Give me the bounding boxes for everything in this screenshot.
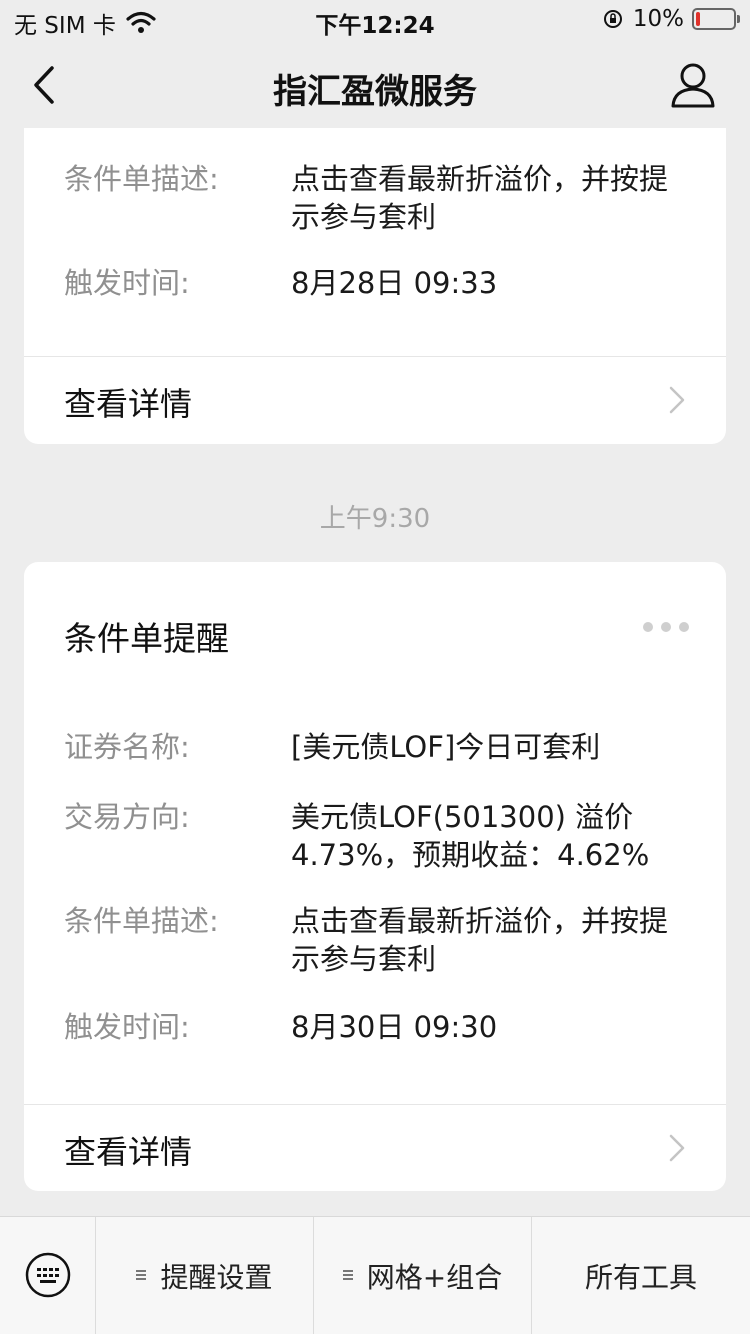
row-value: 点击查看最新折溢价，并按提示参与套利	[291, 162, 669, 234]
status-right: 10%	[603, 6, 740, 32]
row-value: [美元债LOF]今日可套利	[291, 730, 601, 764]
menu-label: 所有工具	[584, 1261, 697, 1294]
keyboard-icon	[25, 1252, 71, 1298]
menu-label: 提醒设置	[160, 1261, 273, 1294]
submenu-icon	[342, 1270, 355, 1282]
page-title: 指汇盈微服务	[273, 72, 477, 112]
row-label: 条件单描述:	[64, 904, 219, 938]
message-list[interactable]: 条件单描述: 点击查看最新折溢价，并按提示参与套利 触发时间: 8月28日 09…	[0, 128, 750, 1216]
menu-reminder-settings[interactable]: 提醒设置	[96, 1217, 314, 1334]
battery-level-fill	[696, 12, 700, 26]
row-label: 交易方向:	[64, 800, 190, 834]
battery-icon	[692, 8, 740, 30]
card-title: 条件单提醒	[64, 619, 229, 658]
nav-bar: 指汇盈微服务	[0, 42, 750, 128]
row-value: 8月28日 09:33	[291, 266, 498, 300]
view-details-label: 查看详情	[64, 1133, 193, 1171]
chevron-right-icon	[669, 1134, 685, 1162]
user-profile-icon	[671, 63, 715, 108]
menu-all-tools[interactable]: 所有工具	[532, 1217, 750, 1334]
more-options-icon[interactable]	[642, 620, 690, 634]
orientation-lock-icon	[603, 9, 623, 29]
view-details-label: 查看详情	[64, 385, 193, 423]
condition-order-card-previous: 条件单描述: 点击查看最新折溢价，并按提示参与套利 触发时间: 8月28日 09…	[24, 128, 726, 444]
bottom-menu: 提醒设置 网格+组合 所有工具	[0, 1216, 750, 1334]
account-button[interactable]	[670, 60, 716, 110]
condition-order-card: 条件单提醒 证券名称: [美元债LOF]今日可套利 交易方向: 美元债LOF(5…	[24, 562, 726, 1191]
row-label: 触发时间:	[64, 266, 190, 300]
battery-percent: 10%	[632, 6, 684, 32]
status-bar: 无 SIM 卡 下午12:24 10%	[0, 0, 750, 42]
chevron-right-icon	[669, 386, 685, 414]
row-value: 美元债LOF(501300) 溢价4.73%，预期收益：4.62%	[291, 800, 650, 872]
row-value: 8月30日 09:30	[291, 1010, 498, 1044]
row-label: 触发时间:	[64, 1010, 190, 1044]
row-value: 点击查看最新折溢价，并按提示参与套利	[291, 904, 669, 976]
submenu-icon	[136, 1270, 148, 1282]
row-label: 证券名称:	[64, 730, 190, 764]
time-separator: 上午9:30	[319, 504, 431, 534]
menu-label: 网格+组合	[366, 1261, 503, 1294]
view-details-link[interactable]: 查看详情	[24, 356, 726, 442]
keyboard-toggle-button[interactable]	[0, 1217, 96, 1334]
app-screen: 无 SIM 卡 下午12:24 10% 指汇盈微服务 条件单描述: 点击查看最新…	[0, 0, 750, 1334]
row-label: 条件单描述:	[64, 162, 219, 196]
view-details-link[interactable]: 查看详情	[24, 1104, 726, 1190]
menu-grid-combo[interactable]: 网格+组合	[314, 1217, 532, 1334]
